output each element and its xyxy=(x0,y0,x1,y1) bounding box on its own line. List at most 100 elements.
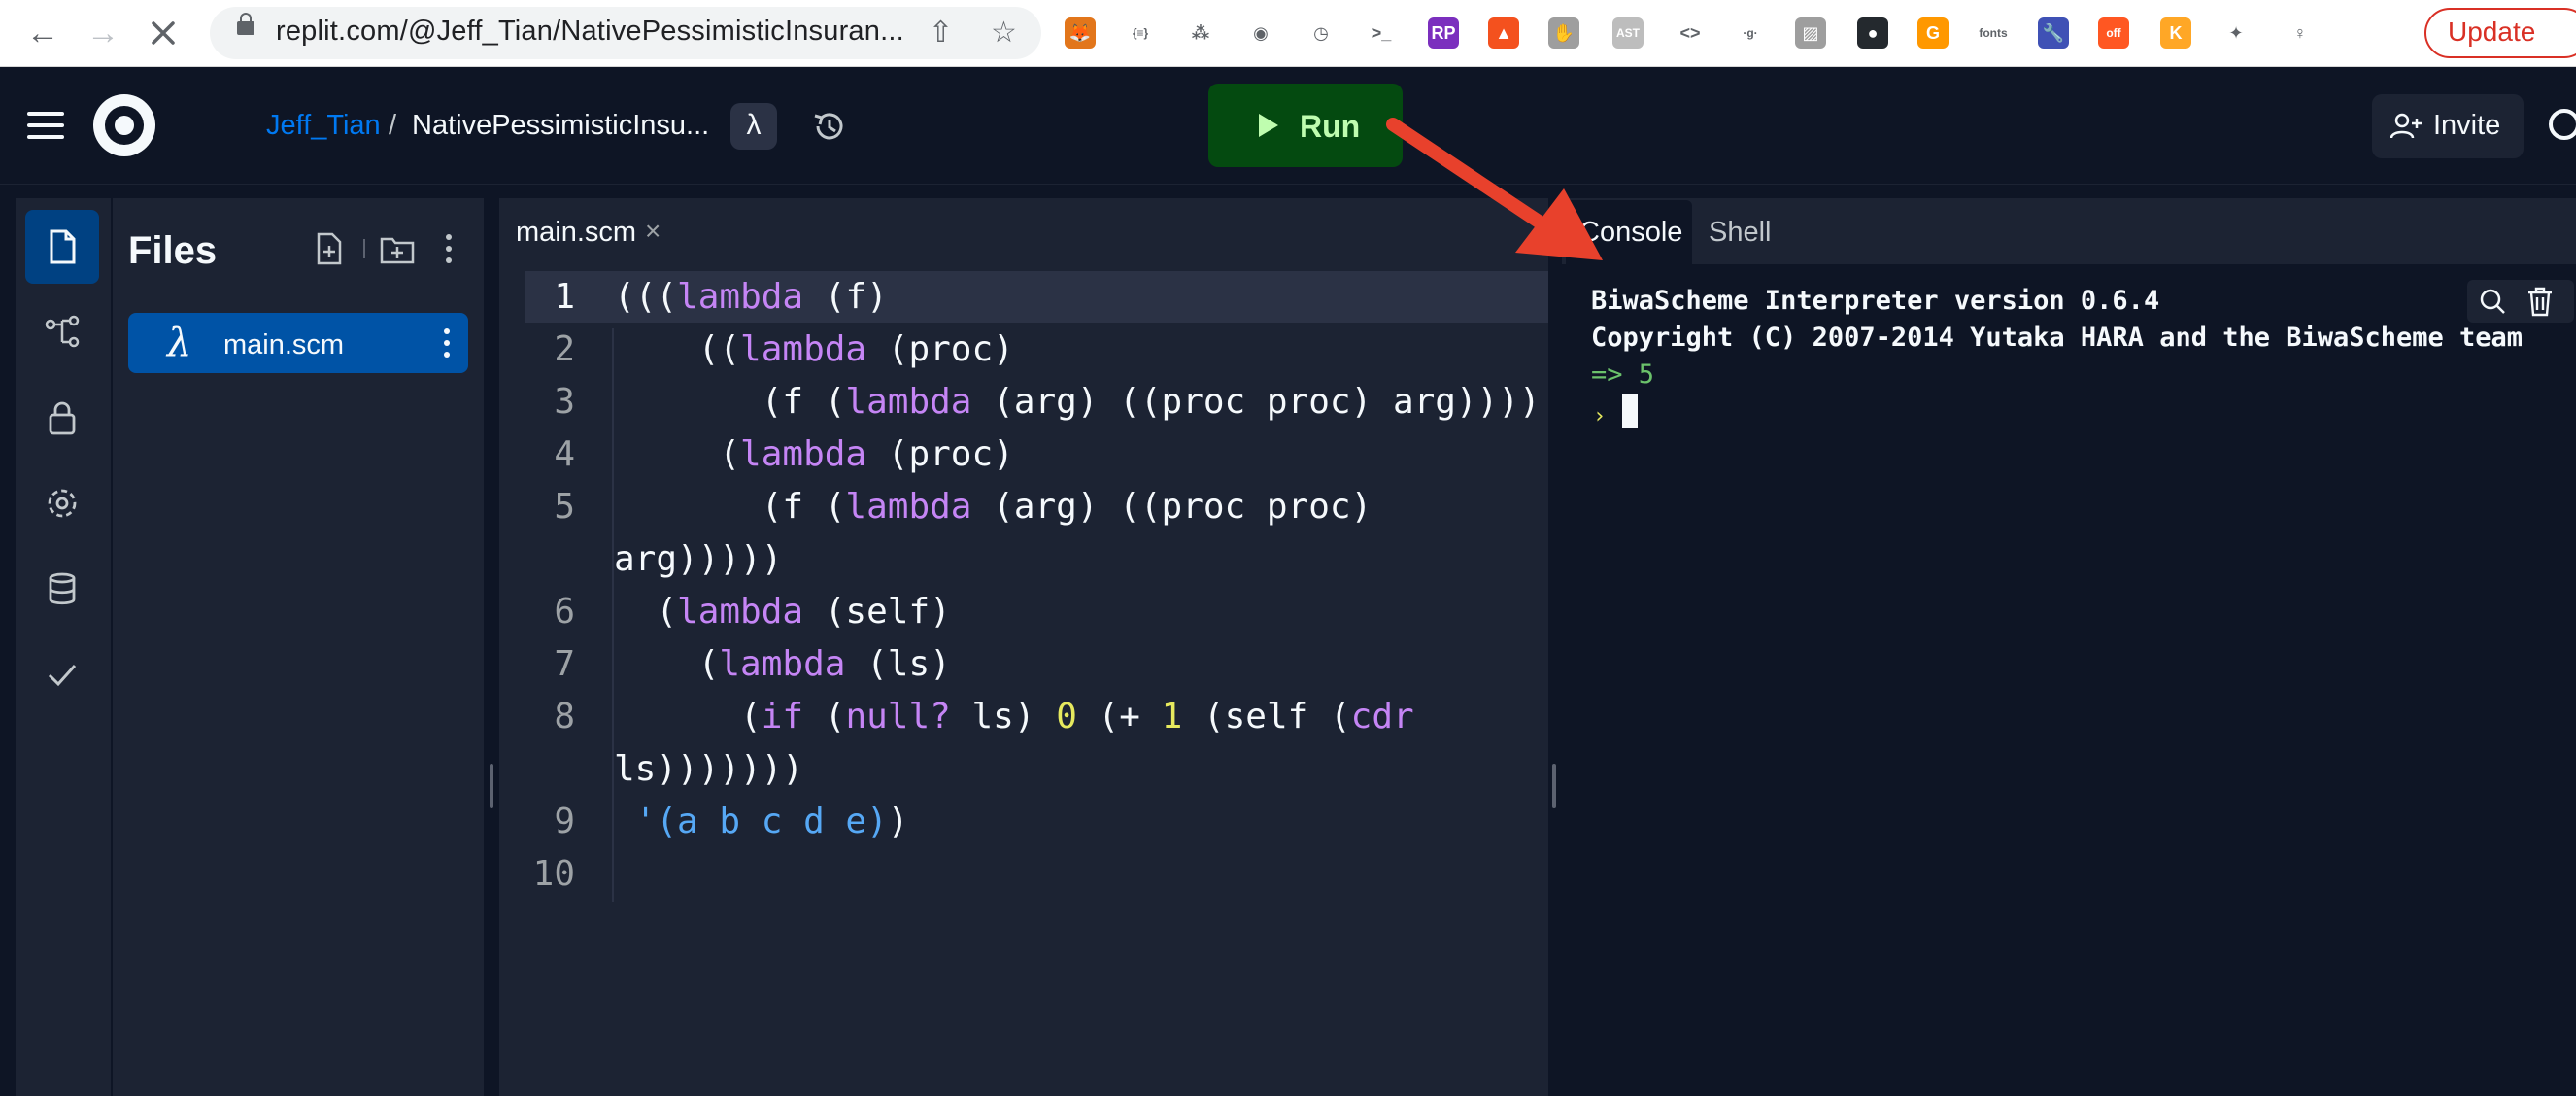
pin-icon[interactable]: ♀ xyxy=(2285,17,2316,49)
code-icon[interactable]: <> xyxy=(1675,17,1706,49)
github-icon[interactable]: ● xyxy=(1857,17,1888,49)
ast-icon[interactable]: AST xyxy=(1612,17,1644,49)
image-icon[interactable]: ▨ xyxy=(1795,17,1826,49)
code-token-kw: lambda xyxy=(740,434,867,474)
code-token: ( xyxy=(614,697,762,736)
console-output-line: Copyright (C) 2007-2014 Yutaka HARA and … xyxy=(1591,323,2524,353)
json-icon[interactable]: {≡} xyxy=(1125,17,1156,49)
code-token-kw: null? xyxy=(845,697,951,736)
code-token: (ls) xyxy=(845,644,951,684)
console-output-line: BiwaScheme Interpreter version 0.6.4 xyxy=(1591,286,2160,316)
wrench-icon[interactable]: 🔧 xyxy=(2038,17,2069,49)
line-number: 8 xyxy=(554,697,575,736)
search-icon[interactable] xyxy=(2549,109,2576,140)
google-icon[interactable]: ·g· xyxy=(1735,17,1766,49)
tab-shell[interactable]: Shell xyxy=(1709,217,1772,249)
share-icon[interactable]: ⇧ xyxy=(929,16,953,50)
code-line: ls))))))) xyxy=(614,749,803,789)
breadcrumb-separator: / xyxy=(389,110,397,141)
off-icon[interactable]: off xyxy=(2098,17,2129,49)
code-token-kw: lambda xyxy=(677,592,804,632)
checkmark-icon[interactable] xyxy=(25,637,99,711)
invite-label: Invite xyxy=(2433,110,2501,141)
line-number: 6 xyxy=(554,592,575,632)
code-line: (f (lambda (arg) ((proc proc) xyxy=(614,487,1373,527)
browser-toolbar: ← → replit.com/@Jeff_Tian/NativePessimis… xyxy=(0,0,2576,67)
code-token: ( xyxy=(614,644,720,684)
code-token-kw: lambda xyxy=(719,644,846,684)
settings-gear-icon[interactable] xyxy=(25,466,99,540)
annotation-arrow xyxy=(1386,118,1603,260)
code-token: ( xyxy=(614,434,741,474)
rp-icon[interactable]: RP xyxy=(1428,17,1459,49)
database-icon[interactable] xyxy=(25,552,99,626)
line-number: 5 xyxy=(554,487,575,527)
code-line: (lambda (ls) xyxy=(614,644,951,684)
code-token: (( xyxy=(634,277,678,317)
console-search-icon[interactable] xyxy=(2479,288,2506,315)
files-title: Files xyxy=(128,229,218,272)
code-line: (lambda (proc) xyxy=(614,434,1013,474)
clock-icon[interactable]: ◷ xyxy=(1305,17,1337,49)
clear-console-trash-icon[interactable] xyxy=(2525,286,2555,317)
breadcrumb-user[interactable]: Jeff_Tian xyxy=(266,110,381,142)
editor-resize-handle[interactable] xyxy=(1552,764,1556,808)
repl-name[interactable]: NativePessimisticInsu... xyxy=(412,110,709,142)
version-control-icon[interactable] xyxy=(25,295,99,369)
replit-logo[interactable] xyxy=(93,94,155,156)
forward-icon[interactable]: → xyxy=(82,12,124,54)
run-label: Run xyxy=(1300,109,1361,144)
loading-stop-icon[interactable] xyxy=(142,12,185,54)
menu-icon[interactable] xyxy=(27,112,64,139)
code-token: (f ( xyxy=(614,487,846,527)
puzzle-icon[interactable]: ✦ xyxy=(2220,17,2252,49)
editor-tab-main-scm[interactable]: main.scm xyxy=(516,217,636,249)
code-token-kw: lambda xyxy=(677,277,804,317)
lambda-file-icon: λ xyxy=(167,321,192,365)
code-line: (((lambda (f) xyxy=(614,277,888,317)
bookmark-star-icon[interactable]: ☆ xyxy=(991,16,1017,50)
language-badge[interactable]: λ xyxy=(730,103,777,150)
files-tool-icon[interactable] xyxy=(25,210,99,284)
file-actions-divider xyxy=(363,239,365,258)
code-token: (arg) ((proc proc) arg)))) xyxy=(971,382,1541,422)
code-line: (if (null? ls) 0 (+ 1 (self (cdr xyxy=(614,697,1414,736)
camera-icon[interactable]: ◉ xyxy=(1245,17,1276,49)
file-more-icon[interactable] xyxy=(443,325,451,360)
files-resize-handle[interactable] xyxy=(490,764,493,808)
history-icon[interactable] xyxy=(810,108,847,145)
code-token: ( xyxy=(614,592,678,632)
add-user-icon xyxy=(2390,113,2422,139)
play-icon xyxy=(1259,114,1278,137)
code-token: ls))))))) xyxy=(614,749,804,789)
code-token: (self ( xyxy=(1182,697,1351,736)
line-number: 10 xyxy=(532,854,575,894)
console-cursor[interactable] xyxy=(1622,394,1638,428)
line-number: 1 xyxy=(554,277,575,317)
grammarly-icon[interactable]: G xyxy=(1917,17,1949,49)
code-token: (self) xyxy=(803,592,951,632)
k-icon[interactable]: K xyxy=(2160,17,2191,49)
gesture-icon[interactable]: ✋ xyxy=(1548,17,1579,49)
secrets-lock-icon[interactable] xyxy=(25,381,99,455)
back-icon[interactable]: ← xyxy=(21,12,64,54)
code-token: (f) xyxy=(803,277,888,317)
files-more-icon[interactable] xyxy=(443,231,455,266)
code-line: '(a b c d e)) xyxy=(614,802,909,841)
code-token-quote: '(a b c d e) xyxy=(634,802,888,841)
new-file-icon[interactable] xyxy=(313,231,346,266)
metamask-icon[interactable]: 🦊 xyxy=(1065,17,1096,49)
url-text[interactable]: replit.com/@Jeff_Tian/NativePessimisticI… xyxy=(276,16,907,48)
line-number: 9 xyxy=(554,802,575,841)
code-line: ((lambda (proc) xyxy=(614,329,1014,369)
network-icon[interactable]: ⁂ xyxy=(1185,17,1216,49)
close-tab-icon[interactable]: × xyxy=(645,216,661,247)
terminal-icon[interactable]: >_ xyxy=(1366,17,1397,49)
code-token: ls) xyxy=(950,697,1057,736)
new-folder-icon[interactable] xyxy=(379,231,416,266)
fonts-icon[interactable]: fonts xyxy=(1978,17,2009,49)
line-number: 7 xyxy=(554,644,575,684)
file-name: main.scm xyxy=(223,329,345,360)
lighthouse-icon[interactable]: ▲ xyxy=(1488,17,1519,49)
code-token: (f ( xyxy=(614,382,846,422)
